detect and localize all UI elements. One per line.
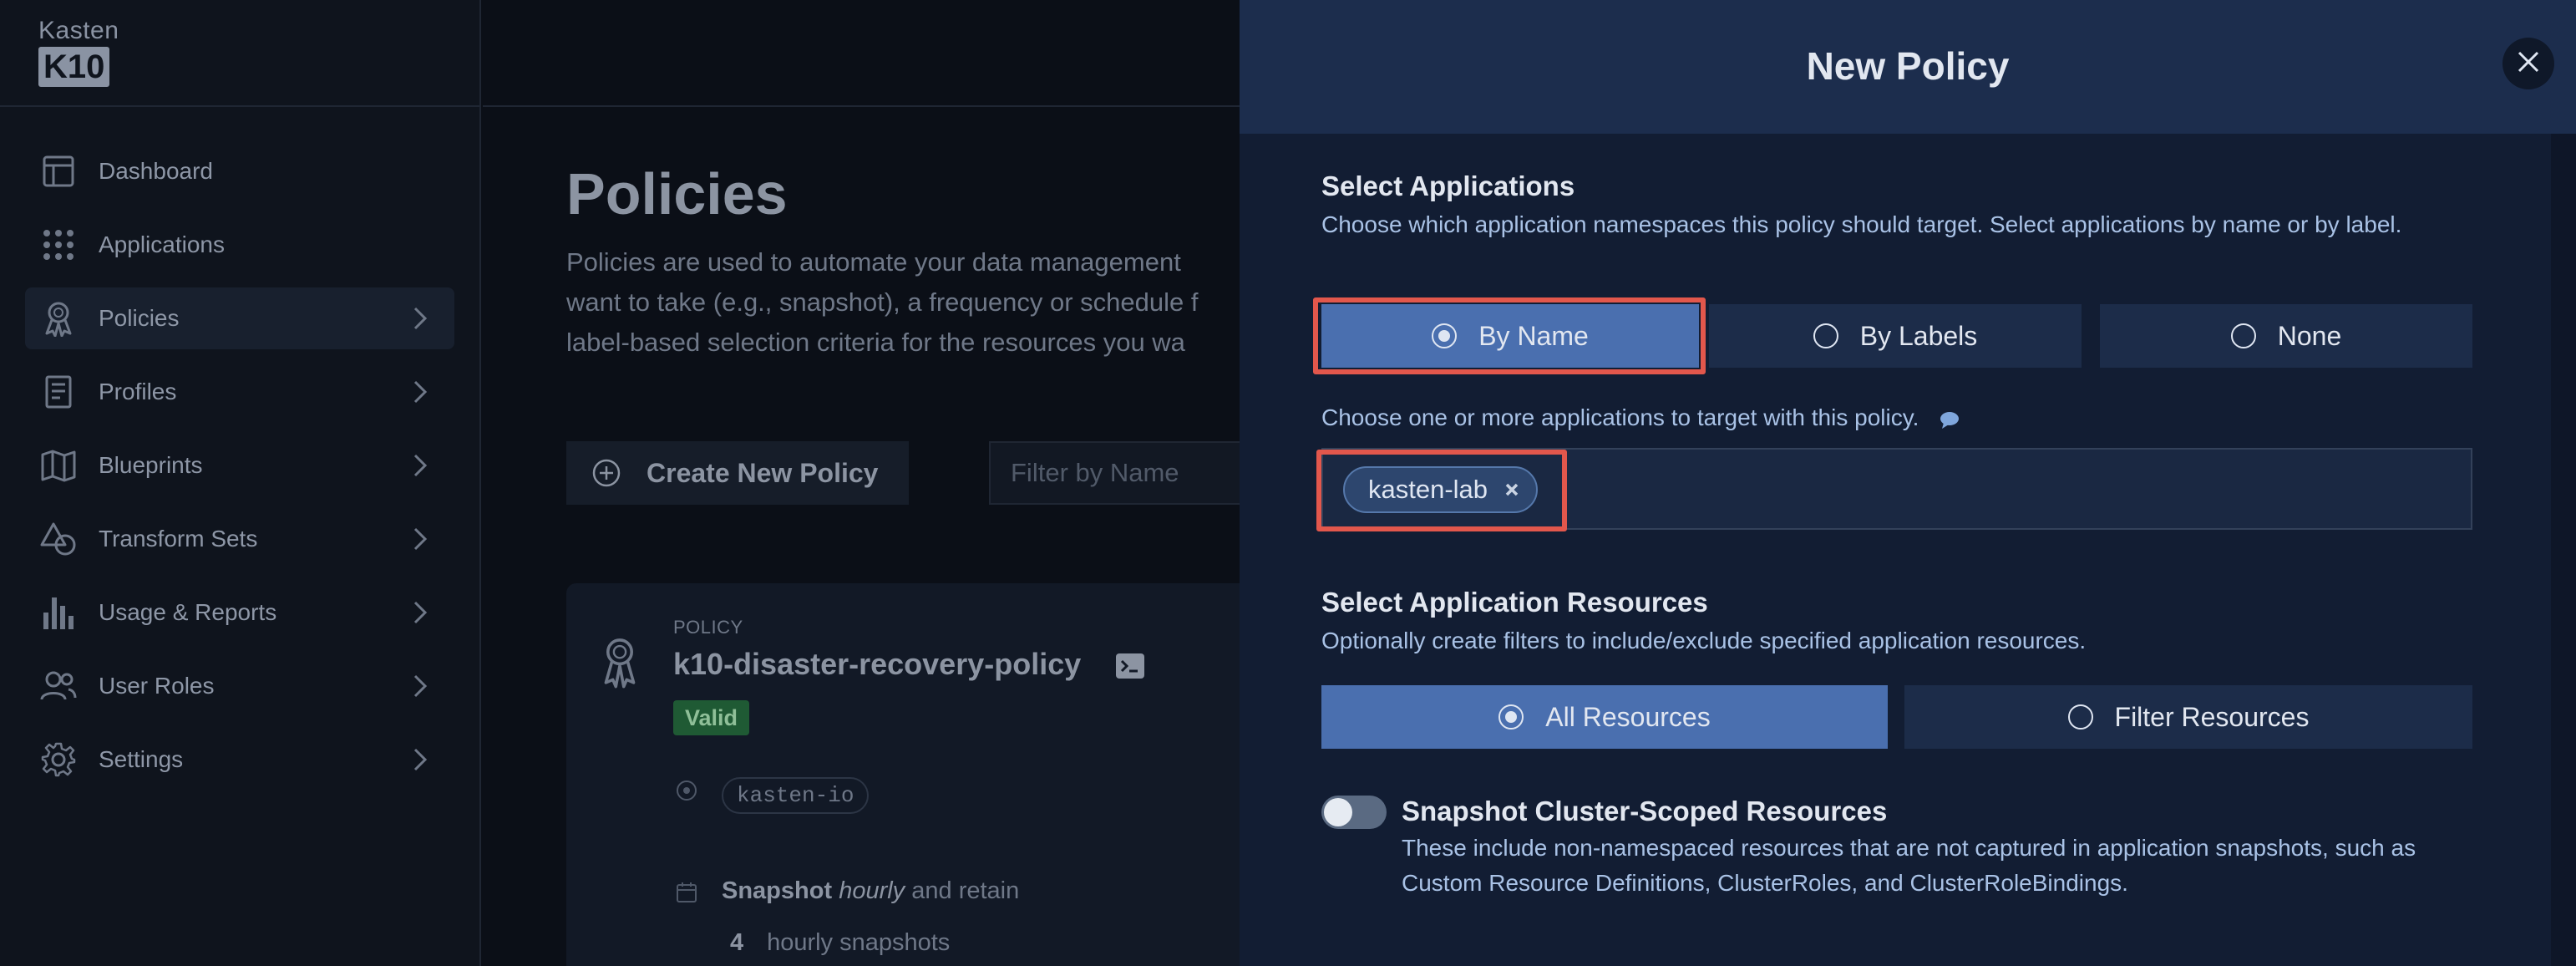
applications-label: Choose one or more applications to targe… — [1321, 404, 1960, 431]
sidebar-header: Kasten K10 — [0, 0, 479, 107]
sidebar-item-label: Applications — [99, 231, 225, 257]
sidebar: Kasten K10 Dashboard Applications Polici… — [0, 0, 481, 966]
sidebar-item-blueprints[interactable]: Blueprints — [25, 435, 454, 496]
panel-header: New Policy — [1240, 0, 2576, 134]
top-bar — [483, 0, 1240, 107]
selected-app-label: kasten-lab — [1368, 475, 1488, 504]
target-icon — [675, 779, 698, 802]
select-resources-title: Select Application Resources — [1321, 587, 1708, 618]
plus-circle-icon — [591, 458, 621, 488]
cluster-scoped-description: These include non-namespaced resources t… — [1402, 835, 2416, 896]
sidebar-item-applications[interactable]: Applications — [25, 214, 454, 276]
status-badge: Valid — [673, 700, 750, 735]
schedule-summary: Snapshot hourly and retain — [722, 877, 1019, 905]
close-button[interactable] — [2502, 38, 2554, 89]
shapes-icon — [40, 521, 77, 557]
filter-by-name-input[interactable]: Filter by Name — [989, 441, 1256, 505]
page-description: Policies are used to automate your data … — [566, 247, 1199, 357]
chevron-right-icon — [408, 306, 433, 331]
option-label: By Labels — [1859, 320, 1978, 351]
new-policy-panel: New Policy Select Applications Choose wh… — [1240, 0, 2576, 966]
namespace-chip: kasten-io — [722, 777, 870, 814]
sidebar-item-policies[interactable]: Policies — [25, 287, 454, 349]
policies-page: Policies Policies are used to automate y… — [483, 0, 1285, 966]
all-resources-radio-button[interactable]: All Resources — [1321, 685, 1888, 749]
users-icon — [40, 668, 77, 704]
sidebar-item-transform-sets[interactable]: Transform Sets — [25, 508, 454, 570]
sidebar-item-dashboard[interactable]: Dashboard — [25, 140, 454, 202]
by-name-radio-button[interactable]: By Name — [1321, 304, 1699, 368]
bar-chart-icon — [40, 594, 77, 631]
sidebar-item-label: Settings — [99, 746, 184, 772]
select-resources-description: Optionally create filters to include/exc… — [1321, 628, 2087, 653]
panel-title: New Policy — [1806, 44, 2010, 88]
policy-overline: POLICY — [673, 617, 743, 638]
chevron-right-icon — [408, 600, 433, 625]
schedule-frequency: hourly — [839, 877, 905, 904]
chevron-right-icon — [408, 453, 433, 478]
document-icon — [40, 374, 77, 410]
sidebar-item-label: Blueprints — [99, 452, 203, 478]
logo-product: K10 — [38, 47, 110, 87]
selected-app-chip[interactable]: kasten-lab — [1343, 466, 1539, 513]
sidebar-item-settings[interactable]: Settings — [25, 729, 454, 791]
create-new-policy-label: Create New Policy — [647, 457, 879, 488]
close-icon — [2516, 49, 2541, 79]
radio-unselected-icon — [2230, 323, 2256, 348]
remove-chip-icon[interactable] — [1503, 480, 1521, 499]
dashboard-icon — [40, 153, 77, 190]
sidebar-item-user-roles[interactable]: User Roles — [25, 655, 454, 717]
radio-selected-icon — [1432, 323, 1458, 348]
chevron-right-icon — [408, 747, 433, 772]
select-applications-title: Select Applications — [1321, 170, 1575, 201]
policy-card[interactable]: POLICY k10-disaster-recovery-policy Vali… — [566, 583, 1285, 966]
grid-icon — [40, 226, 77, 263]
ribbon-award-icon — [600, 635, 640, 689]
radio-unselected-icon — [1813, 323, 1838, 348]
radio-selected-icon — [1498, 704, 1524, 730]
chevron-right-icon — [408, 674, 433, 699]
option-label: All Resources — [1545, 701, 1711, 732]
policy-name[interactable]: k10-disaster-recovery-policy — [673, 647, 1081, 682]
sidebar-item-label: Dashboard — [99, 158, 213, 184]
retain-count: 4 — [730, 929, 744, 956]
sidebar-item-usage-reports[interactable]: Usage & Reports — [25, 582, 454, 643]
map-icon — [40, 447, 77, 484]
comment-icon[interactable] — [1939, 409, 1960, 429]
sidebar-nav: Dashboard Applications Policies Profiles — [25, 140, 454, 802]
retain-label: hourly snapshots — [767, 929, 951, 956]
select-applications-description: Choose which application namespaces this… — [1321, 211, 2402, 237]
sidebar-item-label: Usage & Reports — [99, 599, 277, 625]
sidebar-item-label: Profiles — [99, 379, 177, 404]
calendar-icon — [675, 881, 698, 904]
chevron-right-icon — [408, 526, 433, 552]
sidebar-item-profiles[interactable]: Profiles — [25, 361, 454, 423]
ribbon-award-icon — [40, 300, 77, 337]
toggle-knob — [1324, 798, 1352, 826]
create-new-policy-button[interactable]: Create New Policy — [566, 441, 909, 505]
option-label: None — [2277, 320, 2342, 351]
sidebar-item-label: User Roles — [99, 673, 215, 699]
none-radio-button[interactable]: None — [2100, 304, 2472, 368]
retention-row: 4 hourly snapshots — [730, 929, 950, 957]
cluster-scoped-title: Snapshot Cluster-Scoped Resources — [1402, 796, 1888, 826]
kasten-logo[interactable]: Kasten K10 — [38, 18, 119, 87]
panel-scrollbar[interactable] — [2551, 134, 2576, 966]
sidebar-item-label: Transform Sets — [99, 526, 258, 552]
logo-brand: Kasten — [38, 17, 119, 44]
option-label: By Name — [1478, 320, 1589, 351]
chevron-right-icon — [408, 379, 433, 404]
by-labels-radio-button[interactable]: By Labels — [1709, 304, 2082, 368]
sidebar-item-label: Policies — [99, 305, 180, 331]
schedule-prefix: Snapshot — [722, 877, 833, 904]
cluster-scoped-toggle[interactable] — [1321, 796, 1387, 829]
gear-icon — [40, 741, 77, 778]
terminal-icon[interactable] — [1116, 653, 1144, 679]
radio-unselected-icon — [2067, 704, 2093, 730]
schedule-suffix: and retain — [911, 877, 1020, 904]
option-label: Filter Resources — [2114, 701, 2310, 732]
page-title: Policies — [566, 161, 788, 226]
filter-resources-radio-button[interactable]: Filter Resources — [1904, 685, 2472, 749]
applications-label-text: Choose one or more applications to targe… — [1321, 404, 1919, 430]
